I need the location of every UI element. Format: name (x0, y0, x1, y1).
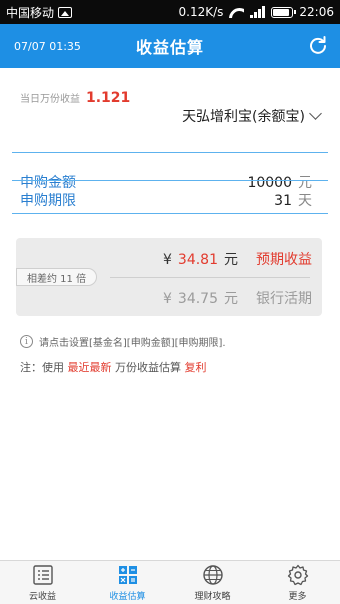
bank-income-row: ¥ 34.75 元 银行活期 (163, 288, 312, 308)
carrier-name: 中国移动 (6, 5, 55, 20)
info-icon: i (20, 335, 33, 348)
note-middle: 万份收益估算 (115, 361, 181, 374)
tab-income-estimate[interactable]: 收益估算 (85, 561, 170, 604)
wanfen-income: 当日万份收益 1.121 (20, 90, 130, 106)
main-content: 当日万份收益 1.121 天弘增利宝(余额宝) 申购金额 10000 元 申购期… (0, 68, 340, 374)
note-highlight-latest: 最近最新 (67, 361, 112, 374)
divider (12, 213, 328, 214)
expected-income-row: ¥ 34.81 元 预期收益 (163, 249, 312, 269)
battery-icon (271, 6, 297, 18)
app-header: 07/07 01:35 收益估算 (0, 24, 340, 68)
divider (12, 152, 328, 153)
fund-section: 当日万份收益 1.121 天弘增利宝(余额宝) (0, 68, 340, 158)
bank-unit: 元 (224, 291, 238, 307)
refresh-icon[interactable] (308, 35, 328, 55)
result-divider (110, 277, 310, 278)
currency-symbol: ¥ (162, 252, 172, 268)
wanfen-value: 1.121 (86, 90, 131, 106)
status-right: 0.12K/s 22:06 (179, 5, 334, 19)
bottom-tab-bar: 云收益 收益估算 理财攻略 更多 (0, 560, 340, 604)
globe-icon (202, 564, 223, 585)
tab-label: 更多 (288, 591, 307, 602)
note-text: 注：使用 最近最新 万份收益估算 复利 (20, 359, 207, 375)
diff-badge: 相差约 11 倍 (16, 268, 98, 286)
gear-icon (287, 564, 308, 585)
expected-amount: 34.81 (177, 252, 218, 268)
clock: 22:06 (299, 5, 334, 19)
network-speed: 0.12K/s (178, 5, 224, 19)
bank-amount: 34.75 (177, 291, 218, 307)
calculator-icon (118, 565, 137, 584)
note-highlight-compound: 复利 (184, 361, 207, 374)
fund-name: 天弘增利宝(余额宝) (182, 109, 305, 125)
note-prefix: 注：使用 (20, 361, 64, 374)
hint-row: i 请点击设置[基金名][申购金额][申购期限]. (20, 334, 226, 349)
header-date: 07/07 01:35 (14, 39, 81, 53)
tab-label: 理财攻略 (194, 591, 231, 602)
image-notification-icon (58, 6, 73, 18)
period-label: 申购期限 (20, 193, 76, 209)
tab-finance-guide[interactable]: 理财攻略 (170, 561, 255, 604)
wifi-icon (229, 6, 244, 18)
tab-label: 收益估算 (109, 591, 146, 602)
wanfen-label: 当日万份收益 (20, 94, 80, 105)
fund-selector[interactable]: 天弘增利宝(余额宝) (182, 106, 322, 126)
hint-text: 请点击设置[基金名][申购金额][申购期限]. (39, 338, 226, 349)
currency-symbol: ¥ (162, 291, 172, 307)
period-unit: 天 (298, 193, 312, 209)
tab-label: 云收益 (28, 591, 56, 602)
carrier-group: 中国移动 (6, 4, 73, 21)
result-panel: ¥ 34.81 元 预期收益 相差约 11 倍 ¥ 34.75 元 银行活期 (16, 238, 322, 316)
chevron-down-icon (309, 107, 322, 120)
tab-cloud-income[interactable]: 云收益 (0, 561, 85, 604)
expected-label: 预期收益 (256, 252, 312, 268)
expected-unit: 元 (224, 252, 238, 268)
period-field[interactable]: 31 天 (274, 190, 312, 210)
page-title: 收益估算 (135, 38, 204, 57)
status-bar: 中国移动 0.12K/s 22:06 (0, 0, 340, 24)
list-icon (32, 564, 53, 585)
tab-more[interactable]: 更多 (255, 561, 340, 604)
signal-icon (250, 6, 266, 18)
period-value: 31 (274, 193, 292, 209)
bank-label: 银行活期 (256, 291, 312, 307)
period-row[interactable]: 申购期限 31 天 (0, 178, 340, 222)
